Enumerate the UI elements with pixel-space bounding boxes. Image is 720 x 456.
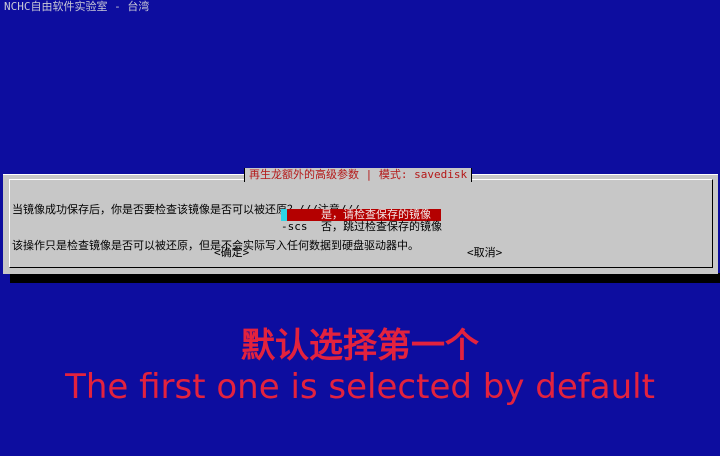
option-tag: -scs [281,220,308,233]
cancel-button[interactable]: <取消> [467,247,502,259]
option-skip-check[interactable]: -scs 否，跳过检查保存的镜像 [281,221,442,233]
dialog-box: 当镜像成功保存后，你是否要检查该镜像是否可以被还原？///注意/// 该操作只是… [3,174,718,274]
options-menu: 是，请检查保存的镜像 -scs 否，跳过检查保存的镜像 [281,209,442,233]
caption-chinese: 默认选择第一个 [241,326,479,366]
caption-english: The first one is selected by default [65,367,655,407]
ok-button[interactable]: <确定> [214,247,249,259]
window-title: NCHC自由软件实验室 - 台湾 [4,0,150,13]
option-label: 否，跳过检查保存的镜像 [321,220,442,233]
dialog-title: 再生龙额外的高级参数 | 模式: savedisk [244,168,473,182]
